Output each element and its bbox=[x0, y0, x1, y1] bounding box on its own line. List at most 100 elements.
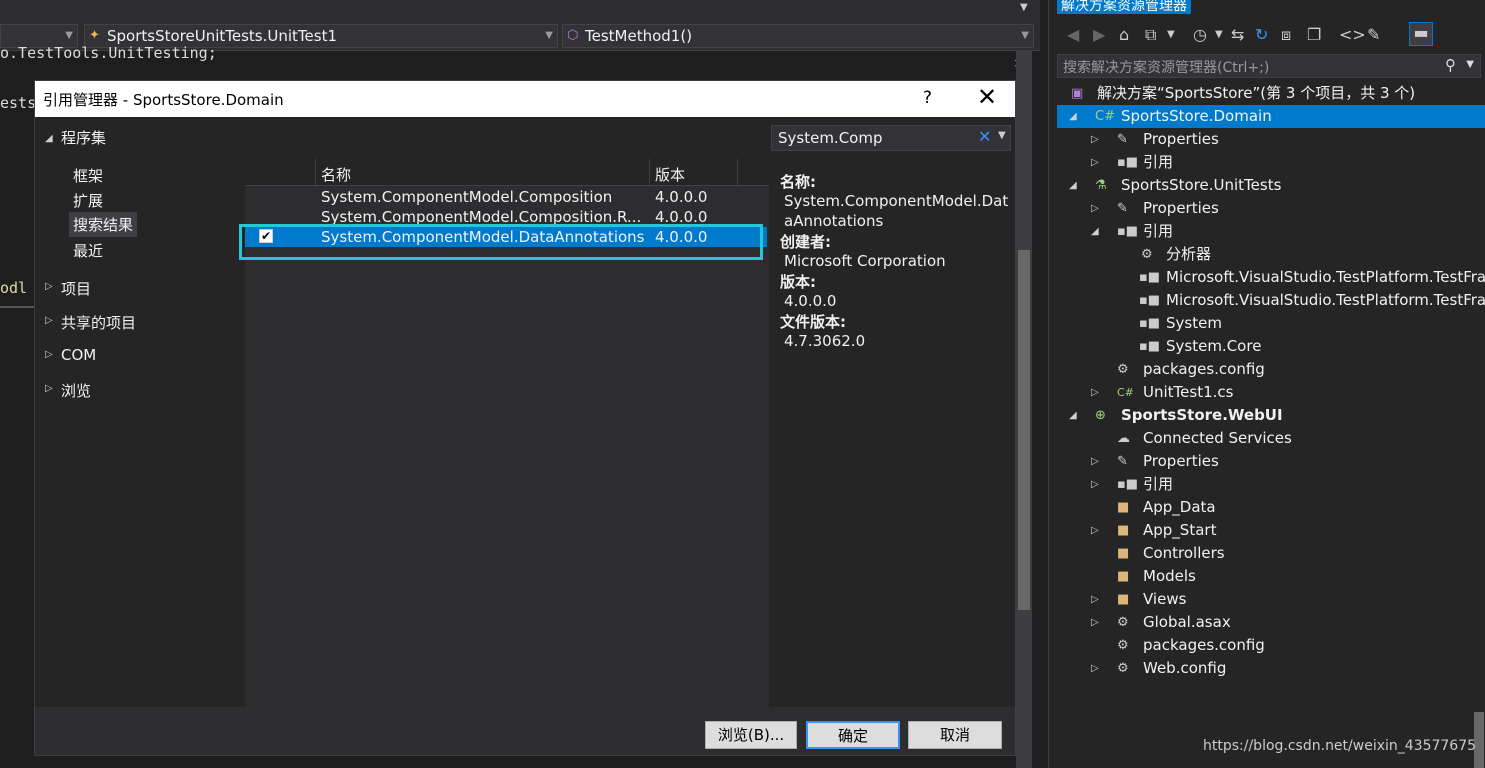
global-asax-icon: ⚙ bbox=[1117, 615, 1129, 630]
collapse-triangle-icon[interactable]: ◢ bbox=[1069, 105, 1077, 128]
nav-extensions[interactable]: 扩展 bbox=[73, 190, 103, 211]
tree-label: Microsoft.VisualStudio.TestPlatform.Test… bbox=[1166, 268, 1485, 286]
properties-wrench-icon[interactable]: ✎ bbox=[1367, 25, 1380, 44]
column-header-name[interactable]: 名称 bbox=[321, 164, 351, 185]
nav-search-results[interactable]: 搜索结果 bbox=[69, 212, 138, 237]
tree-label: System bbox=[1166, 314, 1222, 332]
expand-triangle-icon[interactable]: ▷ bbox=[1091, 128, 1099, 151]
expand-triangle-icon[interactable]: ▷ bbox=[1091, 473, 1099, 496]
expand-triangle-icon[interactable]: ▷ bbox=[1091, 197, 1099, 220]
preview-selected-icon[interactable]: ▬ bbox=[1409, 22, 1433, 46]
assembly-version: 4.0.0.0 bbox=[655, 188, 708, 206]
selection-highlight-box bbox=[239, 224, 763, 260]
dialog-title: 引用管理器 - SportsStore.Domain bbox=[43, 91, 284, 109]
cancel-button[interactable]: 取消 bbox=[908, 721, 1002, 749]
forward-icon[interactable]: ▶ bbox=[1093, 25, 1105, 44]
search-icon[interactable]: ⚲ bbox=[1445, 56, 1456, 74]
detail-creator-label: 创建者: bbox=[780, 233, 831, 251]
tree-label: 解决方案“SportsStore”(第 3 个项目，共 3 个) bbox=[1097, 84, 1416, 102]
code-line: odl bbox=[0, 279, 28, 297]
search-placeholder[interactable]: 搜索解决方案资源管理器(Ctrl+;) bbox=[1063, 57, 1269, 77]
list-header: 名称 版本 bbox=[245, 159, 769, 186]
detail-file-version-label: 文件版本: bbox=[780, 313, 846, 331]
collapse-triangle-icon[interactable]: ◢ bbox=[1069, 404, 1077, 427]
nav-recent[interactable]: 最近 bbox=[73, 240, 103, 261]
ok-button[interactable]: 确定 bbox=[806, 721, 900, 749]
editor-scrollbar-thumb[interactable] bbox=[1018, 250, 1030, 610]
expand-triangle-icon[interactable]: ▷ bbox=[1091, 151, 1099, 174]
tree-label: Models bbox=[1143, 567, 1196, 585]
collapse-triangle-icon[interactable]: ◢ bbox=[1091, 220, 1099, 243]
expand-triangle-icon[interactable]: ▷ bbox=[1091, 588, 1099, 611]
nav-shared-projects[interactable]: 共享的项目 bbox=[61, 312, 136, 333]
expand-triangle-icon[interactable]: ▷ bbox=[45, 315, 53, 326]
folder-icon: ■ bbox=[1117, 500, 1130, 515]
clear-search-icon[interactable]: ✕ bbox=[978, 127, 991, 146]
sync-icon[interactable]: ⇆ bbox=[1231, 25, 1244, 44]
tree-label: 引用 bbox=[1143, 475, 1174, 493]
assembly-search-box[interactable]: System.Comp ✕ ▼ bbox=[771, 125, 1011, 151]
show-all-files-icon[interactable]: ❐ bbox=[1307, 25, 1321, 44]
config-file-icon: ⚙ bbox=[1117, 638, 1129, 653]
nav-projects[interactable]: 项目 bbox=[61, 278, 91, 299]
collapse-all-icon[interactable]: ⧈ bbox=[1281, 25, 1291, 45]
column-header-version[interactable]: 版本 bbox=[655, 164, 685, 185]
list-row[interactable]: System.ComponentModel.Composition.R... 4… bbox=[245, 207, 767, 225]
expand-triangle-icon[interactable]: ▷ bbox=[1091, 519, 1099, 542]
expand-triangle-icon[interactable]: ▷ bbox=[1091, 657, 1099, 680]
nav-member-dropdown[interactable]: ⬡ TestMethod1() ▼ bbox=[562, 24, 1034, 48]
pending-changes-dropdown-icon[interactable]: ▼ bbox=[1215, 29, 1223, 40]
tree-label: Controllers bbox=[1143, 544, 1225, 562]
view-code-icon[interactable]: <> bbox=[1339, 25, 1366, 44]
panel-edge bbox=[1049, 0, 1057, 12]
tree-label: Connected Services bbox=[1143, 429, 1292, 447]
detail-version-label: 版本: bbox=[780, 273, 816, 291]
reference-icon: ▪■ bbox=[1139, 293, 1161, 308]
wrench-icon: ✎ bbox=[1117, 454, 1128, 469]
solution-icon: ▣ bbox=[1071, 86, 1084, 101]
expand-triangle-icon[interactable]: ▷ bbox=[1091, 450, 1099, 473]
switch-views-dropdown-icon[interactable]: ▼ bbox=[1167, 29, 1175, 40]
expand-triangle-icon[interactable]: ▷ bbox=[1091, 611, 1099, 634]
assembly-name: System.ComponentModel.Composition.R... bbox=[321, 208, 642, 225]
wrench-icon: ✎ bbox=[1117, 201, 1128, 216]
tree-solution[interactable]: ▣ 解决方案“SportsStore”(第 3 个项目，共 3 个) bbox=[1049, 82, 1485, 105]
list-row[interactable]: System.ComponentModel.Composition 4.0.0.… bbox=[245, 187, 767, 207]
search-input[interactable]: System.Comp bbox=[778, 129, 883, 147]
tree-label: System.Core bbox=[1166, 337, 1262, 355]
expand-triangle-icon[interactable]: ▷ bbox=[45, 349, 53, 360]
config-file-icon: ⚙ bbox=[1117, 362, 1129, 377]
editor-tab-strip: ▼ bbox=[0, 0, 1040, 22]
expand-triangle-icon[interactable]: ▷ bbox=[1091, 381, 1099, 404]
nav-framework[interactable]: 框架 bbox=[73, 165, 103, 186]
collapse-triangle-icon[interactable]: ◢ bbox=[45, 133, 53, 144]
search-dropdown-icon[interactable]: ▼ bbox=[1466, 59, 1474, 70]
reference-icon: ▪■ bbox=[1117, 477, 1139, 492]
nav-browse[interactable]: 浏览 bbox=[61, 380, 91, 401]
pending-changes-icon[interactable]: ◷ bbox=[1193, 25, 1207, 44]
detail-version-value: 4.0.0.0 bbox=[784, 292, 837, 310]
folder-icon: ■ bbox=[1117, 546, 1130, 561]
solution-explorer-search[interactable]: 搜索解决方案资源管理器(Ctrl+;) ⚲ ▼ bbox=[1057, 54, 1481, 78]
collapse-triangle-icon[interactable]: ◢ bbox=[1069, 174, 1077, 197]
expand-triangle-icon[interactable]: ▷ bbox=[45, 281, 53, 292]
browse-button[interactable]: 浏览(B)... bbox=[705, 721, 797, 749]
back-icon[interactable]: ◀ bbox=[1067, 25, 1079, 44]
tab-dropdown-icon[interactable]: ▼ bbox=[1020, 2, 1028, 13]
close-icon[interactable]: ✕ bbox=[977, 83, 997, 111]
home-icon[interactable]: ⌂ bbox=[1119, 25, 1129, 44]
csharp-file-icon: C# bbox=[1117, 386, 1134, 399]
switch-views-icon[interactable]: ⧉ bbox=[1145, 25, 1156, 45]
search-options-icon[interactable]: ▼ bbox=[998, 130, 1006, 141]
expand-triangle-icon[interactable]: ▷ bbox=[45, 383, 53, 394]
method-icon: ⬡ bbox=[567, 28, 579, 43]
tree-label: packages.config bbox=[1143, 360, 1265, 378]
tree-project-domain[interactable]: ◢ C# SportsStore.Domain bbox=[1057, 105, 1485, 128]
folder-icon: ■ bbox=[1117, 523, 1130, 538]
nav-com[interactable]: COM bbox=[61, 346, 96, 364]
help-button[interactable]: ? bbox=[923, 88, 932, 108]
test-project-icon: ⚗ bbox=[1095, 178, 1107, 193]
refresh-icon[interactable]: ↻ bbox=[1255, 25, 1268, 44]
config-file-icon: ⚙ bbox=[1117, 661, 1129, 676]
nav-assemblies[interactable]: 程序集 bbox=[61, 127, 106, 148]
